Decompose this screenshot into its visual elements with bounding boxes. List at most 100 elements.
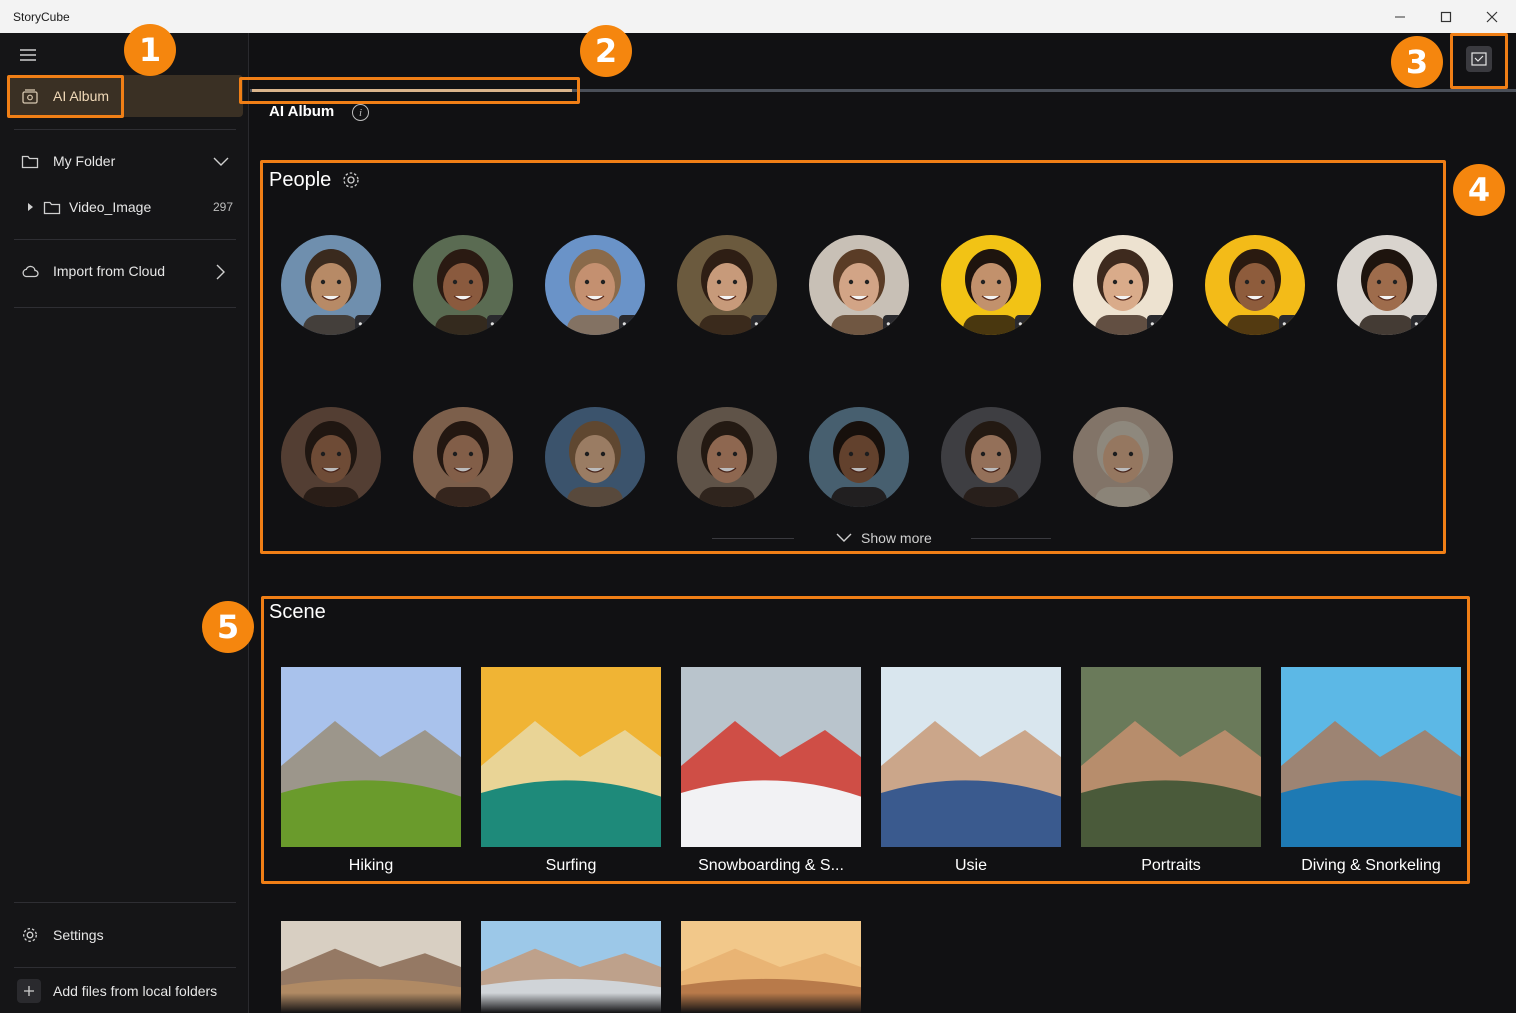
scene-card[interactable]: Hiking <box>281 667 461 875</box>
show-more-label: Show more <box>861 530 932 546</box>
annotation-badge-2: 2 <box>580 25 632 77</box>
person-avatar[interactable]: ••• <box>677 407 777 507</box>
sidebar-item-label: My Folder <box>53 153 116 169</box>
divider <box>971 538 1051 539</box>
person-avatar[interactable]: ••• <box>413 407 513 507</box>
hamburger-menu-button[interactable] <box>19 47 37 63</box>
scene-label: Diving & Snorkeling <box>1301 857 1441 874</box>
caret-right-icon[interactable] <box>27 202 35 212</box>
scene-thumbnail <box>681 667 861 847</box>
person-avatar[interactable]: ••• <box>545 235 645 335</box>
divider <box>14 967 236 968</box>
sidebar-item-my-folder[interactable]: My Folder <box>21 153 233 169</box>
person-avatar[interactable]: ••• <box>413 235 513 335</box>
person-avatar[interactable]: ••• <box>677 235 777 335</box>
scene-image <box>1281 667 1461 847</box>
gear-icon <box>23 928 37 942</box>
person-more-button[interactable]: ••• <box>751 315 773 333</box>
divider <box>14 307 236 308</box>
person-face-icon <box>1095 421 1151 507</box>
person-avatar[interactable]: ••• <box>1337 235 1437 335</box>
chevron-down-icon <box>836 533 852 542</box>
person-avatar[interactable]: ••• <box>1205 235 1305 335</box>
person-avatar[interactable]: ••• <box>1073 235 1173 335</box>
gear-icon[interactable] <box>341 170 361 190</box>
window-title: StoryCube <box>13 10 70 24</box>
person-avatar[interactable]: ••• <box>941 407 1041 507</box>
scene-image <box>1081 667 1261 847</box>
folder-icon <box>21 155 39 169</box>
person-more-button[interactable]: ••• <box>487 315 509 333</box>
scene-label: Portraits <box>1141 857 1201 874</box>
scene-thumbnail <box>281 667 461 847</box>
scene-thumbnail <box>881 667 1061 847</box>
cloud-icon <box>22 265 39 278</box>
scene-label: Surfing <box>545 857 597 874</box>
sidebar-item-import-cloud[interactable]: Import from Cloud <box>21 263 233 280</box>
divider <box>14 239 236 240</box>
sidebar-item-settings[interactable]: Settings <box>21 926 104 944</box>
annotation-badge-3: 3 <box>1391 36 1443 88</box>
person-avatar[interactable]: ••• <box>281 235 381 335</box>
annotation-badge-5: 5 <box>202 601 254 653</box>
maximize-icon <box>1440 11 1452 22</box>
person-more-button[interactable]: ••• <box>883 315 905 333</box>
scene-card[interactable]: Portraits <box>1081 667 1261 875</box>
person-more-button[interactable]: ••• <box>1147 315 1169 333</box>
scene-thumbnail <box>1281 667 1461 847</box>
person-more-button[interactable]: ••• <box>355 315 377 333</box>
scene-image <box>881 667 1061 847</box>
person-face-icon <box>831 421 887 507</box>
annotation-box-2 <box>239 77 580 104</box>
chevron-down-icon[interactable] <box>213 157 229 167</box>
page-title: AI Album <box>269 103 335 120</box>
hamburger-icon <box>20 49 36 61</box>
scene-thumbnail <box>1081 667 1261 847</box>
main-content: 2 AI Album i 3 4 People ••• ••• ••• ••• ••• •… <box>202 25 1516 1013</box>
show-more-button[interactable]: Show more <box>836 530 932 546</box>
person-face-icon <box>303 421 359 507</box>
person-more-button[interactable]: ••• <box>1279 315 1301 333</box>
scene-card[interactable]: Diving & Snorkeling <box>1281 667 1461 875</box>
maximize-button[interactable] <box>1423 0 1469 33</box>
person-avatar[interactable]: ••• <box>281 407 381 507</box>
person-avatar[interactable]: ••• <box>809 235 909 335</box>
scene-label: Hiking <box>348 857 394 874</box>
person-avatar[interactable]: ••• <box>941 235 1041 335</box>
sidebar-item-video-image[interactable]: Video_Image 297 <box>27 199 233 215</box>
person-avatar[interactable]: ••• <box>545 407 645 507</box>
person-more-button[interactable]: ••• <box>1411 315 1433 333</box>
person-more-button[interactable]: ••• <box>619 315 641 333</box>
person-avatar[interactable]: ••• <box>809 407 909 507</box>
divider <box>14 129 236 130</box>
chevron-right-icon[interactable] <box>216 264 226 280</box>
people-title: People <box>269 169 332 191</box>
scene-card[interactable]: Snowboarding & S... <box>681 667 861 875</box>
person-avatar[interactable]: ••• <box>1073 407 1173 507</box>
annotation-badge-1: 1 <box>124 24 176 76</box>
sidebar-item-label: Import from Cloud <box>53 263 166 279</box>
divider <box>14 902 236 903</box>
info-icon[interactable]: i <box>352 104 369 121</box>
annotation-box-3 <box>1450 33 1508 89</box>
minimize-button[interactable] <box>1377 0 1423 33</box>
scene-card[interactable]: Surfing <box>481 667 661 875</box>
scene-card[interactable]: Usie <box>881 667 1061 875</box>
scene-thumbnail <box>481 667 661 847</box>
scene-title: Scene <box>269 601 326 623</box>
folder-icon <box>43 201 61 215</box>
add-icon <box>17 979 41 1003</box>
close-icon <box>1486 11 1498 22</box>
annotation-box-1 <box>7 75 124 118</box>
scene-label: Usie <box>954 857 987 874</box>
person-face-icon <box>567 421 623 507</box>
close-button[interactable] <box>1469 0 1515 33</box>
sidebar-item-label: Settings <box>53 927 104 943</box>
person-face-icon <box>435 421 491 507</box>
person-more-button[interactable]: ••• <box>1015 315 1037 333</box>
sidebar: AI Album 1 My Folder Video_Image 297 Imp… <box>0 24 249 1013</box>
person-face-icon <box>963 421 1019 507</box>
scene-image <box>281 667 461 847</box>
add-files-button[interactable]: Add files from local folders <box>17 979 217 1003</box>
scene-image <box>681 667 861 847</box>
